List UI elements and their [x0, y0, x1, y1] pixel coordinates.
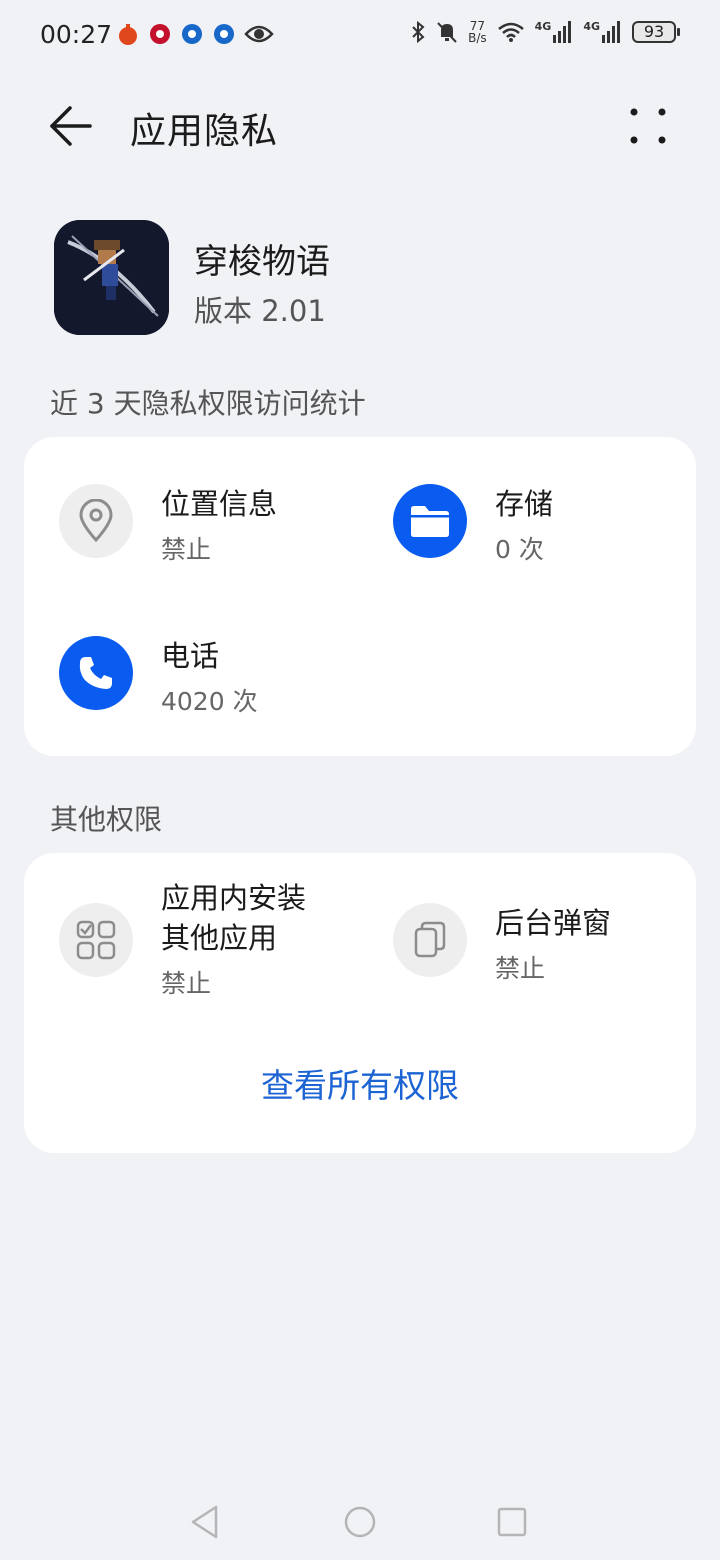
stats-section-label: 近 3 天隐私权限访问统计 — [50, 387, 366, 420]
permission-title: 应用内安装 其他应用 — [161, 881, 307, 955]
permission-title: 位置信息 — [161, 487, 278, 521]
permission-count: 4020 次 — [161, 687, 258, 716]
notification-icons — [116, 22, 274, 46]
wifi-icon — [497, 22, 524, 42]
system-navigation-bar — [0, 1490, 720, 1560]
more-dots-icon — [630, 108, 666, 144]
permission-storage[interactable]: 存储 0 次 — [393, 484, 553, 566]
signal-1: 4G — [535, 21, 574, 43]
app-notification-icon — [182, 24, 202, 44]
popup-window-icon — [393, 903, 467, 977]
bluetooth-icon — [412, 20, 425, 44]
back-arrow-icon — [50, 106, 92, 146]
app-icon — [54, 220, 169, 335]
stats-card: 位置信息 禁止 存储 0 次 电话 4020 次 — [24, 437, 696, 756]
other-section-label: 其他权限 — [50, 803, 163, 836]
permission-count: 0 次 — [495, 535, 544, 564]
signal-2: 4G — [583, 21, 622, 43]
app-version: 版本 2.01 — [194, 294, 326, 328]
permission-status: 禁止 — [161, 535, 212, 564]
app-notification-icon — [119, 24, 137, 45]
app-bar: 应用隐私 — [0, 82, 720, 170]
permission-title: 后台弹窗 — [495, 906, 612, 940]
signal-bars-icon — [553, 21, 572, 43]
other-permissions-card: 应用内安装 其他应用 禁止 后台弹窗 禁止 查看所有权限 — [24, 853, 696, 1153]
permission-status: 禁止 — [161, 969, 212, 998]
status-time: 00:27 — [40, 20, 113, 49]
permission-title: 电话 — [161, 639, 220, 673]
phone-icon — [59, 636, 133, 710]
app-grid-icon — [59, 903, 133, 977]
permission-background-popup[interactable]: 后台弹窗 禁止 — [393, 903, 611, 985]
view-all-permissions-link[interactable]: 查看所有权限 — [24, 1059, 696, 1107]
location-pin-icon — [59, 484, 133, 558]
folder-icon — [393, 484, 467, 558]
nav-recents-icon[interactable] — [494, 1504, 530, 1540]
permission-status: 禁止 — [495, 954, 546, 983]
network-speed: 77 B/s — [468, 19, 487, 45]
battery-indicator: 93 — [632, 21, 680, 43]
nav-back-icon[interactable] — [188, 1504, 224, 1540]
app-notification-icon — [214, 24, 234, 44]
app-notification-icon — [150, 24, 170, 44]
signal-bars-icon — [602, 21, 620, 43]
permission-location[interactable]: 位置信息 禁止 — [59, 484, 277, 566]
permission-phone[interactable]: 电话 4020 次 — [59, 636, 258, 718]
nav-home-icon[interactable] — [342, 1504, 378, 1540]
app-name: 穿梭物语 — [194, 242, 330, 282]
mute-bell-icon — [437, 22, 457, 43]
permission-install-apps[interactable]: 应用内安装 其他应用 禁止 — [59, 878, 306, 1000]
more-options-button[interactable] — [626, 102, 670, 150]
eye-icon — [244, 25, 274, 43]
permission-title: 存储 — [495, 487, 554, 521]
status-bar: 00:27 77 B/s 4G 4G 93 — [0, 0, 720, 72]
page-title: 应用隐私 — [130, 111, 279, 152]
back-button[interactable] — [46, 102, 98, 150]
